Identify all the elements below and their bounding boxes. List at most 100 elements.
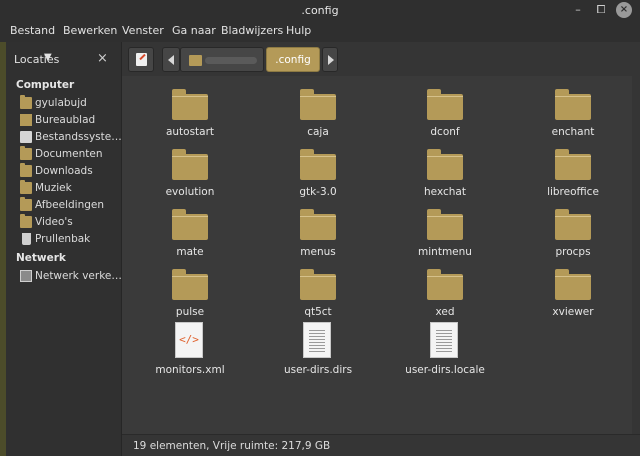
sidebar-item-filesystem[interactable]: Bestandssyste… — [20, 129, 121, 146]
section-network: Netwerk — [16, 252, 66, 264]
folder-icon — [427, 209, 463, 240]
folder-icon — [20, 163, 32, 177]
folder-icon — [427, 89, 463, 120]
text-file-icon — [430, 322, 458, 358]
status-text: 19 elementen, Vrije ruimte: 217,9 GB — [133, 440, 331, 452]
file-item[interactable]: mate — [135, 204, 245, 262]
sidebar-item-label: Afbeeldingen — [35, 199, 105, 211]
file-item[interactable]: evolution — [135, 144, 245, 202]
menu-bladwijzers[interactable]: Bladwijzers — [221, 24, 283, 37]
file-view[interactable]: autostart caja dconf enchant evolution g… — [122, 76, 632, 434]
scrollbar[interactable] — [632, 76, 640, 434]
file-item[interactable]: qt5ct — [263, 264, 373, 322]
folder-icon — [555, 89, 591, 120]
file-name: mate — [176, 246, 204, 258]
sidebar-item-label: Netwerk verke… — [35, 270, 121, 282]
maximize-button[interactable]: ⧠ — [593, 2, 609, 18]
xml-file-icon: </> — [175, 322, 203, 358]
file-item[interactable]: dconf — [390, 84, 500, 142]
sidebar-item-pictures[interactable]: Afbeeldingen — [20, 197, 120, 214]
folder-icon — [20, 180, 32, 194]
sidebar-item-trash[interactable]: Prullenbak — [20, 231, 120, 248]
sidebar-header: Locaties ▼ × — [6, 42, 122, 76]
menu-hulp[interactable]: Hulp — [286, 24, 311, 37]
sidebar-item-label: Prullenbak — [35, 233, 91, 245]
file-name: menus — [300, 246, 336, 258]
file-item[interactable]: enchant — [518, 84, 628, 142]
close-button[interactable]: × — [616, 2, 632, 18]
file-item[interactable]: caja — [263, 84, 373, 142]
file-name: caja — [307, 126, 329, 138]
folder-icon — [300, 89, 336, 120]
close-sidebar-icon[interactable]: × — [97, 51, 108, 66]
redacted-username — [205, 57, 257, 64]
sidebar-item-documents[interactable]: Documenten — [20, 146, 120, 163]
path-home-button[interactable] — [180, 47, 264, 72]
folder-icon — [20, 146, 32, 160]
trash-icon — [22, 233, 31, 245]
folder-icon — [20, 197, 32, 211]
file-item[interactable]: procps — [518, 204, 628, 262]
path-scroll-left-button[interactable] — [162, 47, 180, 72]
sidebar-item-label: Bestandssyste… — [35, 131, 121, 143]
code-glyph: </> — [179, 333, 199, 346]
sidebar: Locaties ▼ × Computer gyulabujd Bureaubl… — [6, 42, 122, 456]
file-name: user-dirs.locale — [405, 364, 485, 376]
file-item[interactable]: menus — [263, 204, 373, 262]
file-item[interactable]: gtk-3.0 — [263, 144, 373, 202]
edit-location-button[interactable] — [128, 47, 154, 72]
arrow-right-icon — [328, 55, 334, 65]
status-bar: 19 elementen, Vrije ruimte: 217,9 GB — [122, 434, 640, 456]
sidebar-item-home[interactable]: gyulabujd — [20, 95, 120, 112]
sidebar-item-desktop[interactable]: Bureaublad — [20, 112, 120, 129]
file-name: dconf — [430, 126, 460, 138]
location-toolbar: .config — [122, 42, 640, 76]
chevron-down-icon[interactable]: ▼ — [44, 52, 52, 63]
folder-icon — [555, 209, 591, 240]
desktop-icon — [20, 114, 32, 126]
minimize-button[interactable]: – — [570, 2, 586, 18]
folder-icon — [427, 149, 463, 180]
folder-icon — [300, 269, 336, 300]
title-bar: .config – ⧠ × — [0, 0, 640, 21]
file-name: pulse — [175, 306, 205, 318]
file-item[interactable]: </> monitors.xml — [135, 322, 245, 380]
file-item[interactable]: autostart — [135, 84, 245, 142]
file-name: mintmenu — [418, 246, 472, 258]
section-computer: Computer — [16, 79, 75, 91]
sidebar-item-network[interactable]: Netwerk verke… — [20, 268, 121, 285]
places-selector[interactable]: Locaties — [14, 53, 59, 66]
sidebar-item-videos[interactable]: Video's — [20, 214, 120, 231]
text-file-icon — [303, 322, 331, 358]
file-item[interactable]: xviewer — [518, 264, 628, 322]
file-item[interactable]: xed — [390, 264, 500, 322]
menu-bewerken[interactable]: Bewerken — [63, 24, 117, 37]
current-folder-label: .config — [275, 54, 311, 66]
file-name: qt5ct — [304, 306, 332, 318]
file-item[interactable]: user-dirs.locale — [390, 322, 500, 380]
menu-venster[interactable]: Venster — [122, 24, 164, 37]
file-item[interactable]: libreoffice — [518, 144, 628, 202]
sidebar-item-label: Downloads — [35, 165, 93, 177]
path-scroll-right-button[interactable] — [322, 47, 338, 72]
folder-icon — [555, 269, 591, 300]
sidebar-item-label: Bureaublad — [35, 114, 96, 126]
sidebar-item-label: Documenten — [35, 148, 103, 160]
file-name: hexchat — [424, 186, 466, 198]
sidebar-item-downloads[interactable]: Downloads — [20, 163, 120, 180]
sidebar-item-label: Video's — [35, 216, 73, 228]
file-item[interactable]: pulse — [135, 264, 245, 322]
sidebar-item-music[interactable]: Muziek — [20, 180, 120, 197]
folder-icon — [555, 149, 591, 180]
path-current-button[interactable]: .config — [266, 47, 320, 72]
file-item[interactable]: hexchat — [390, 144, 500, 202]
file-name: evolution — [165, 186, 215, 198]
file-item[interactable]: user-dirs.dirs — [263, 322, 373, 380]
folder-icon — [172, 269, 208, 300]
folder-icon — [300, 209, 336, 240]
file-item[interactable]: mintmenu — [390, 204, 500, 262]
folder-icon — [172, 209, 208, 240]
menu-ga-naar[interactable]: Ga naar — [172, 24, 216, 37]
menu-bestand[interactable]: Bestand — [10, 24, 55, 37]
file-name: xed — [435, 306, 455, 318]
